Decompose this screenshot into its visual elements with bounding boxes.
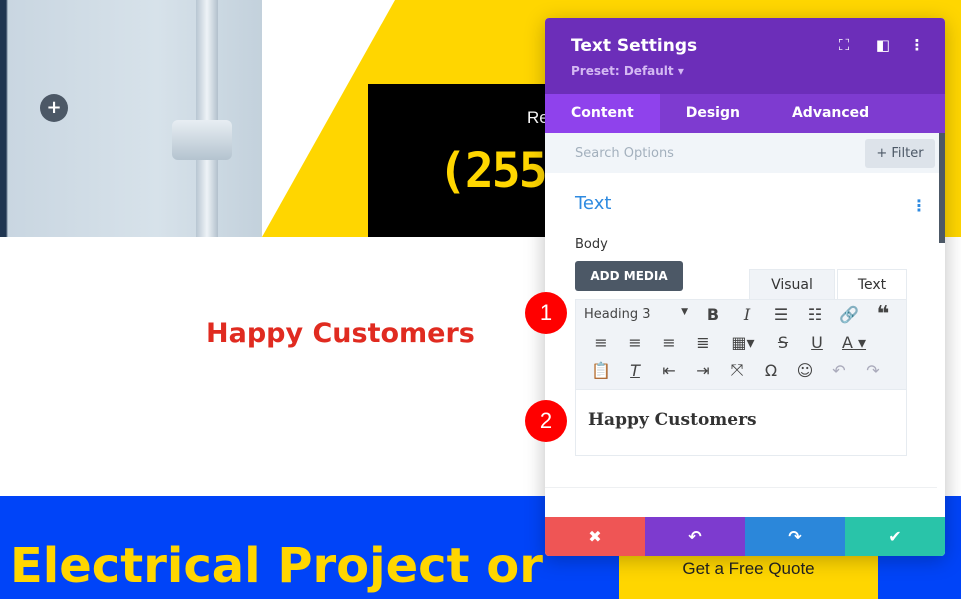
undo-icon[interactable]: ↶ xyxy=(822,361,856,380)
editor-content-area[interactable]: Happy Customers xyxy=(575,390,907,456)
numbered-list-icon[interactable]: ☷ xyxy=(798,305,832,324)
link-icon[interactable]: 🔗 xyxy=(832,305,866,324)
filter-button[interactable]: + Filter xyxy=(865,139,935,168)
scrollbar[interactable] xyxy=(939,133,945,243)
clear-formatting-icon[interactable]: T xyxy=(618,361,652,380)
fullscreen-icon[interactable]: ⤧ xyxy=(720,360,754,380)
tab-advanced[interactable]: Advanced xyxy=(766,94,895,133)
tab-text[interactable]: Text xyxy=(837,269,907,299)
hero-photo xyxy=(0,0,262,237)
tab-design[interactable]: Design xyxy=(660,94,766,133)
underline-icon[interactable]: U xyxy=(800,333,834,352)
divider xyxy=(545,487,937,488)
annotation-badge-2: 2 xyxy=(525,400,567,442)
align-center-icon[interactable]: ≡ xyxy=(618,333,652,352)
paste-as-text-icon[interactable]: 📋 xyxy=(584,361,618,380)
strikethrough-icon[interactable]: S xyxy=(766,333,800,352)
panel-footer: ✖ ↶ ↷ ✔ xyxy=(545,517,945,556)
editor-heading[interactable]: Happy Customers xyxy=(588,410,894,430)
text-settings-panel: Text Settings Preset: Default ▾ ⛶ ◧ ⋮ Co… xyxy=(545,18,945,556)
pipe-image-detail xyxy=(196,0,218,237)
indent-icon[interactable]: ⇥ xyxy=(686,361,720,380)
panel-header: Text Settings Preset: Default ▾ ⛶ ◧ ⋮ xyxy=(545,18,945,94)
text-color-icon[interactable]: A ▾ xyxy=(834,333,874,352)
format-select[interactable]: Heading 3 ▼ xyxy=(584,307,696,322)
panel-tabs: Content Design Advanced xyxy=(545,94,945,133)
save-button[interactable]: ✔ xyxy=(845,517,945,556)
happy-customers-heading[interactable]: Happy Customers xyxy=(206,318,475,349)
redo-icon[interactable]: ↷ xyxy=(856,361,890,380)
align-left-icon[interactable]: ≡ xyxy=(584,333,618,352)
phone-number: (255 xyxy=(438,143,548,199)
search-bar: + Filter xyxy=(545,133,945,173)
sidebar-layout-icon[interactable]: ◧ xyxy=(873,36,893,54)
blockquote-icon[interactable]: ❝ xyxy=(866,302,900,327)
banner-heading: Electrical Project or xyxy=(10,538,543,594)
section-more-icon[interactable]: ⋮ xyxy=(911,196,927,215)
table-icon[interactable]: ▦▾ xyxy=(720,333,766,352)
plus-icon[interactable]: + xyxy=(40,94,68,122)
editor-toolbar: Heading 3 ▼ B I ☰ ☷ 🔗 ❝ ≡ ≡ ≡ ≣ ▦▾ S U A … xyxy=(575,299,907,390)
discard-button[interactable]: ✖ xyxy=(545,517,645,556)
outdent-icon[interactable]: ⇤ xyxy=(652,361,686,380)
add-media-button[interactable]: ADD MEDIA xyxy=(575,261,683,291)
justify-icon[interactable]: ≣ xyxy=(686,333,720,352)
pipe-joint-image-detail xyxy=(172,120,232,160)
section-title-text[interactable]: Text xyxy=(575,193,611,214)
special-character-icon[interactable]: Ω xyxy=(754,361,788,380)
bold-icon[interactable]: B xyxy=(696,305,730,324)
preset-dropdown[interactable]: Preset: Default ▾ xyxy=(571,64,684,78)
tab-content[interactable]: Content xyxy=(545,94,660,133)
emoji-icon[interactable]: ☺ xyxy=(788,361,822,380)
tab-visual[interactable]: Visual xyxy=(749,269,835,299)
search-input[interactable] xyxy=(545,133,855,173)
bullet-list-icon[interactable]: ☰ xyxy=(764,305,798,324)
align-right-icon[interactable]: ≡ xyxy=(652,333,686,352)
undo-button[interactable]: ↶ xyxy=(645,517,745,556)
chevron-down-icon: ▼ xyxy=(681,306,688,317)
body-label: Body xyxy=(575,237,608,252)
redo-button[interactable]: ↷ xyxy=(745,517,845,556)
panel-title: Text Settings xyxy=(571,36,698,56)
format-select-value: Heading 3 xyxy=(584,306,651,322)
more-vertical-icon[interactable]: ⋮ xyxy=(907,36,927,54)
expand-icon[interactable]: ⛶ xyxy=(834,36,854,54)
italic-icon[interactable]: I xyxy=(730,305,764,324)
annotation-badge-1: 1 xyxy=(525,292,567,334)
